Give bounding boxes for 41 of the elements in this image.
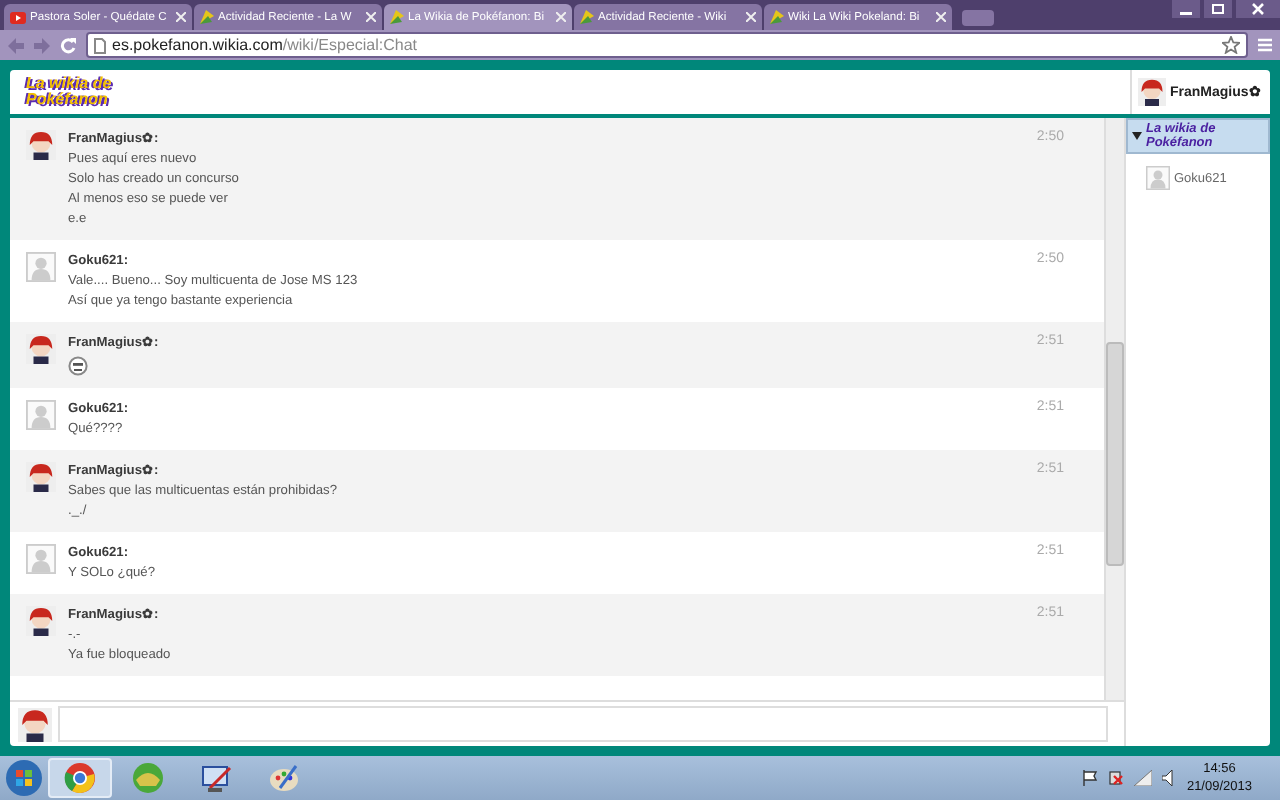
avatar-icon xyxy=(18,707,52,741)
play-icon xyxy=(10,11,26,23)
minimize-icon[interactable] xyxy=(1172,0,1200,18)
signal-icon[interactable] xyxy=(1134,770,1153,786)
avatar-icon xyxy=(26,130,56,160)
leaf-icon xyxy=(770,10,784,24)
address-field[interactable]: es.pokefanon.wikia.com/wiki/Especial:Chat xyxy=(86,32,1248,58)
close-icon[interactable] xyxy=(1236,0,1280,18)
reload-icon[interactable] xyxy=(60,37,76,53)
game-icon xyxy=(132,762,164,794)
avatar-icon xyxy=(1146,166,1170,190)
leaf-icon xyxy=(200,10,214,24)
close-icon[interactable] xyxy=(176,12,186,22)
star-icon[interactable] xyxy=(1222,36,1240,54)
maximize-icon[interactable] xyxy=(1204,0,1232,18)
browser-icon xyxy=(64,762,96,794)
avatar-icon xyxy=(26,400,56,430)
avatar-icon xyxy=(26,334,56,364)
avatar-icon xyxy=(26,544,56,574)
message-input[interactable] xyxy=(58,706,1108,742)
avatar-icon xyxy=(26,606,56,636)
leaf-icon xyxy=(580,10,594,24)
palette-icon xyxy=(268,762,300,794)
page-icon xyxy=(94,37,106,53)
menu-icon[interactable] xyxy=(1258,38,1272,52)
emoticon-icon xyxy=(68,356,88,376)
close-icon[interactable] xyxy=(936,12,946,22)
close-icon[interactable] xyxy=(746,12,756,22)
taskbar-app[interactable] xyxy=(48,758,112,798)
close-icon[interactable] xyxy=(366,12,376,22)
start-icon[interactable] xyxy=(4,758,44,798)
caret-icon[interactable] xyxy=(1132,132,1142,140)
avatar-icon xyxy=(1138,78,1166,106)
network-icon[interactable] xyxy=(1108,770,1125,786)
leaf-icon xyxy=(390,10,404,24)
avatar-icon xyxy=(26,462,56,492)
avatar-icon xyxy=(26,252,56,282)
monitor-icon xyxy=(200,762,232,794)
speaker-icon[interactable] xyxy=(1162,770,1177,786)
scrollbar[interactable] xyxy=(1104,118,1124,700)
flag-icon[interactable] xyxy=(1082,770,1099,786)
